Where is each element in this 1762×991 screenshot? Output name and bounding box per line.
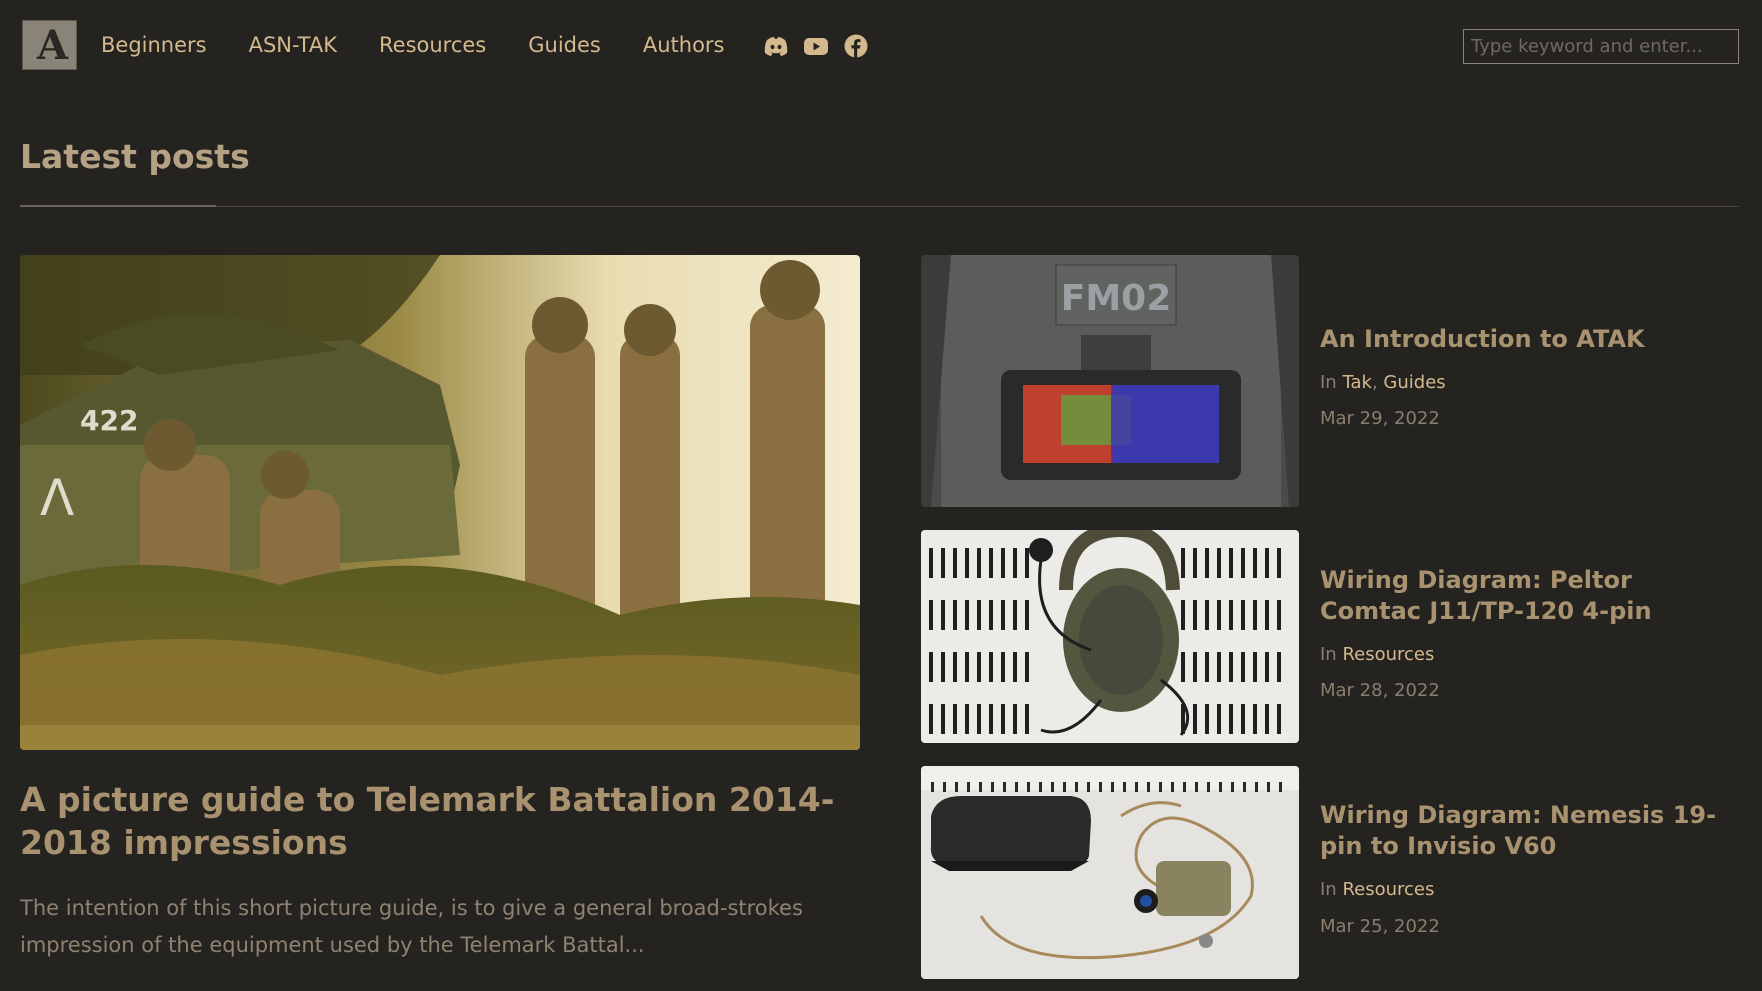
logo-text: A <box>36 21 68 69</box>
post-categories: In Resources <box>1320 879 1434 900</box>
featured-post-excerpt: The intention of this short picture guid… <box>20 896 803 957</box>
post-thumbnail[interactable]: FM02 <box>921 255 1299 507</box>
category-link-guides[interactable]: Guides <box>1383 372 1445 393</box>
category-link-tak[interactable]: Tak <box>1342 372 1371 393</box>
post-title[interactable]: Wiring Diagram: Peltor Comtac J11/TP-120… <box>1320 565 1740 627</box>
section-title: Latest posts <box>20 137 250 176</box>
post-categories: In Tak, Guides <box>1320 372 1446 393</box>
main-nav: Beginners ASN-TAK Resources Guides Autho… <box>101 28 767 62</box>
category-separator: , <box>1371 372 1378 393</box>
facebook-icon[interactable] <box>842 32 870 60</box>
nav-beginners[interactable]: Beginners <box>101 28 207 62</box>
nav-guides[interactable]: Guides <box>528 28 601 62</box>
post-thumbnail[interactable] <box>921 766 1299 979</box>
social-links <box>762 32 870 60</box>
featured-post-title[interactable]: A picture guide to Telemark Battalion 20… <box>20 778 860 864</box>
post-date: Mar 29, 2022 <box>1320 408 1440 429</box>
nav-asn-tak[interactable]: ASN-TAK <box>249 28 337 62</box>
post-title[interactable]: An Introduction to ATAK <box>1320 324 1740 355</box>
discord-icon[interactable] <box>762 32 790 60</box>
post-title[interactable]: Wiring Diagram: Nemesis 19-pin to Invisi… <box>1320 800 1740 862</box>
category-link-resources[interactable]: Resources <box>1342 879 1434 900</box>
post-thumbnail[interactable] <box>921 530 1299 743</box>
section-divider-accent <box>20 205 216 207</box>
nav-resources[interactable]: Resources <box>379 28 486 62</box>
site-logo[interactable]: A <box>22 20 77 70</box>
post-in-label: In <box>1320 644 1337 665</box>
post-categories: In Resources <box>1320 644 1434 665</box>
post-date: Mar 25, 2022 <box>1320 916 1440 937</box>
thumb-patch-text: FM02 <box>1061 278 1172 319</box>
post-in-label: In <box>1320 372 1337 393</box>
svg-text:Λ: Λ <box>40 469 74 527</box>
featured-post-image[interactable]: 422 Λ <box>20 255 860 750</box>
section-divider <box>20 206 1739 207</box>
site-header: A Beginners ASN-TAK Resources Guides Aut… <box>0 0 1762 92</box>
nav-authors[interactable]: Authors <box>643 28 725 62</box>
post-date: Mar 28, 2022 <box>1320 680 1440 701</box>
search-input[interactable] <box>1463 29 1739 64</box>
post-in-label: In <box>1320 879 1337 900</box>
category-link-resources[interactable]: Resources <box>1342 644 1434 665</box>
youtube-icon[interactable] <box>802 32 830 60</box>
svg-text:422: 422 <box>80 404 138 437</box>
